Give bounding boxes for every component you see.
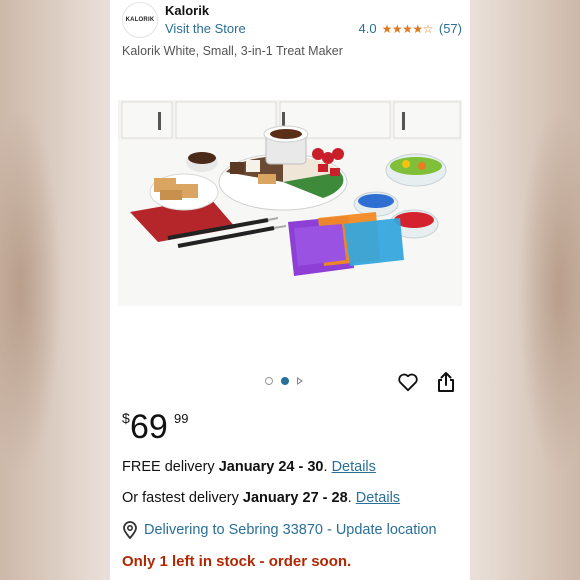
heart-icon[interactable] [397, 372, 419, 392]
share-icon[interactable] [436, 371, 456, 393]
price-whole: 69 [130, 408, 168, 446]
store-header: KALORIK Kalorik Visit the Store 4.0 ★★★★… [122, 2, 462, 38]
image-carousel-indicator [265, 377, 303, 385]
fastest-delivery-details-link[interactable]: Details [356, 490, 400, 506]
carousel-dot-1[interactable] [265, 377, 273, 385]
brand-logo-text: KALORIK [125, 17, 155, 23]
price-fraction: 99 [174, 411, 189, 426]
carousel-dot-2[interactable] [281, 377, 289, 385]
price-currency: $ [122, 410, 130, 426]
delivery-location-text: Delivering to Sebring 33870 - Update loc… [144, 522, 437, 538]
brand-logo[interactable]: KALORIK [122, 2, 158, 38]
video-play-icon[interactable] [297, 377, 303, 385]
product-photo-illustration [118, 100, 462, 306]
free-delivery-dates: January 24 - 30 [218, 459, 324, 475]
fastest-delivery-dates: January 27 - 28 [242, 490, 348, 506]
product-image[interactable] [118, 100, 462, 306]
brand-name: Kalorik [165, 3, 210, 18]
stock-status: Only 1 left in stock - order soon. [122, 553, 352, 570]
free-delivery-details-link[interactable]: Details [332, 459, 376, 475]
rating-summary[interactable]: 4.0 ★★★★☆ (57) [359, 21, 463, 36]
fastest-delivery-label: Or fastest delivery [122, 490, 243, 506]
free-delivery-separator: . [323, 459, 332, 475]
review-count: (57) [438, 21, 462, 36]
star-rating-icon: ★★★★☆ [381, 21, 434, 36]
product-title: Kalorik White, Small, 3-in-1 Treat Maker [122, 44, 343, 58]
rating-value: 4.0 [358, 21, 377, 36]
visit-store-link[interactable]: Visit the Store [165, 21, 246, 36]
free-delivery-label: FREE delivery [122, 459, 219, 475]
free-delivery-line: FREE delivery January 24 - 30. Details [122, 459, 376, 475]
product-panel: KALORIK Kalorik Visit the Store 4.0 ★★★★… [110, 0, 470, 580]
fastest-delivery-separator: . [347, 490, 356, 506]
delivery-location[interactable]: Delivering to Sebring 33870 - Update loc… [122, 521, 437, 539]
fastest-delivery-line: Or fastest delivery January 27 - 28. Det… [122, 490, 400, 506]
location-pin-icon [123, 521, 137, 539]
